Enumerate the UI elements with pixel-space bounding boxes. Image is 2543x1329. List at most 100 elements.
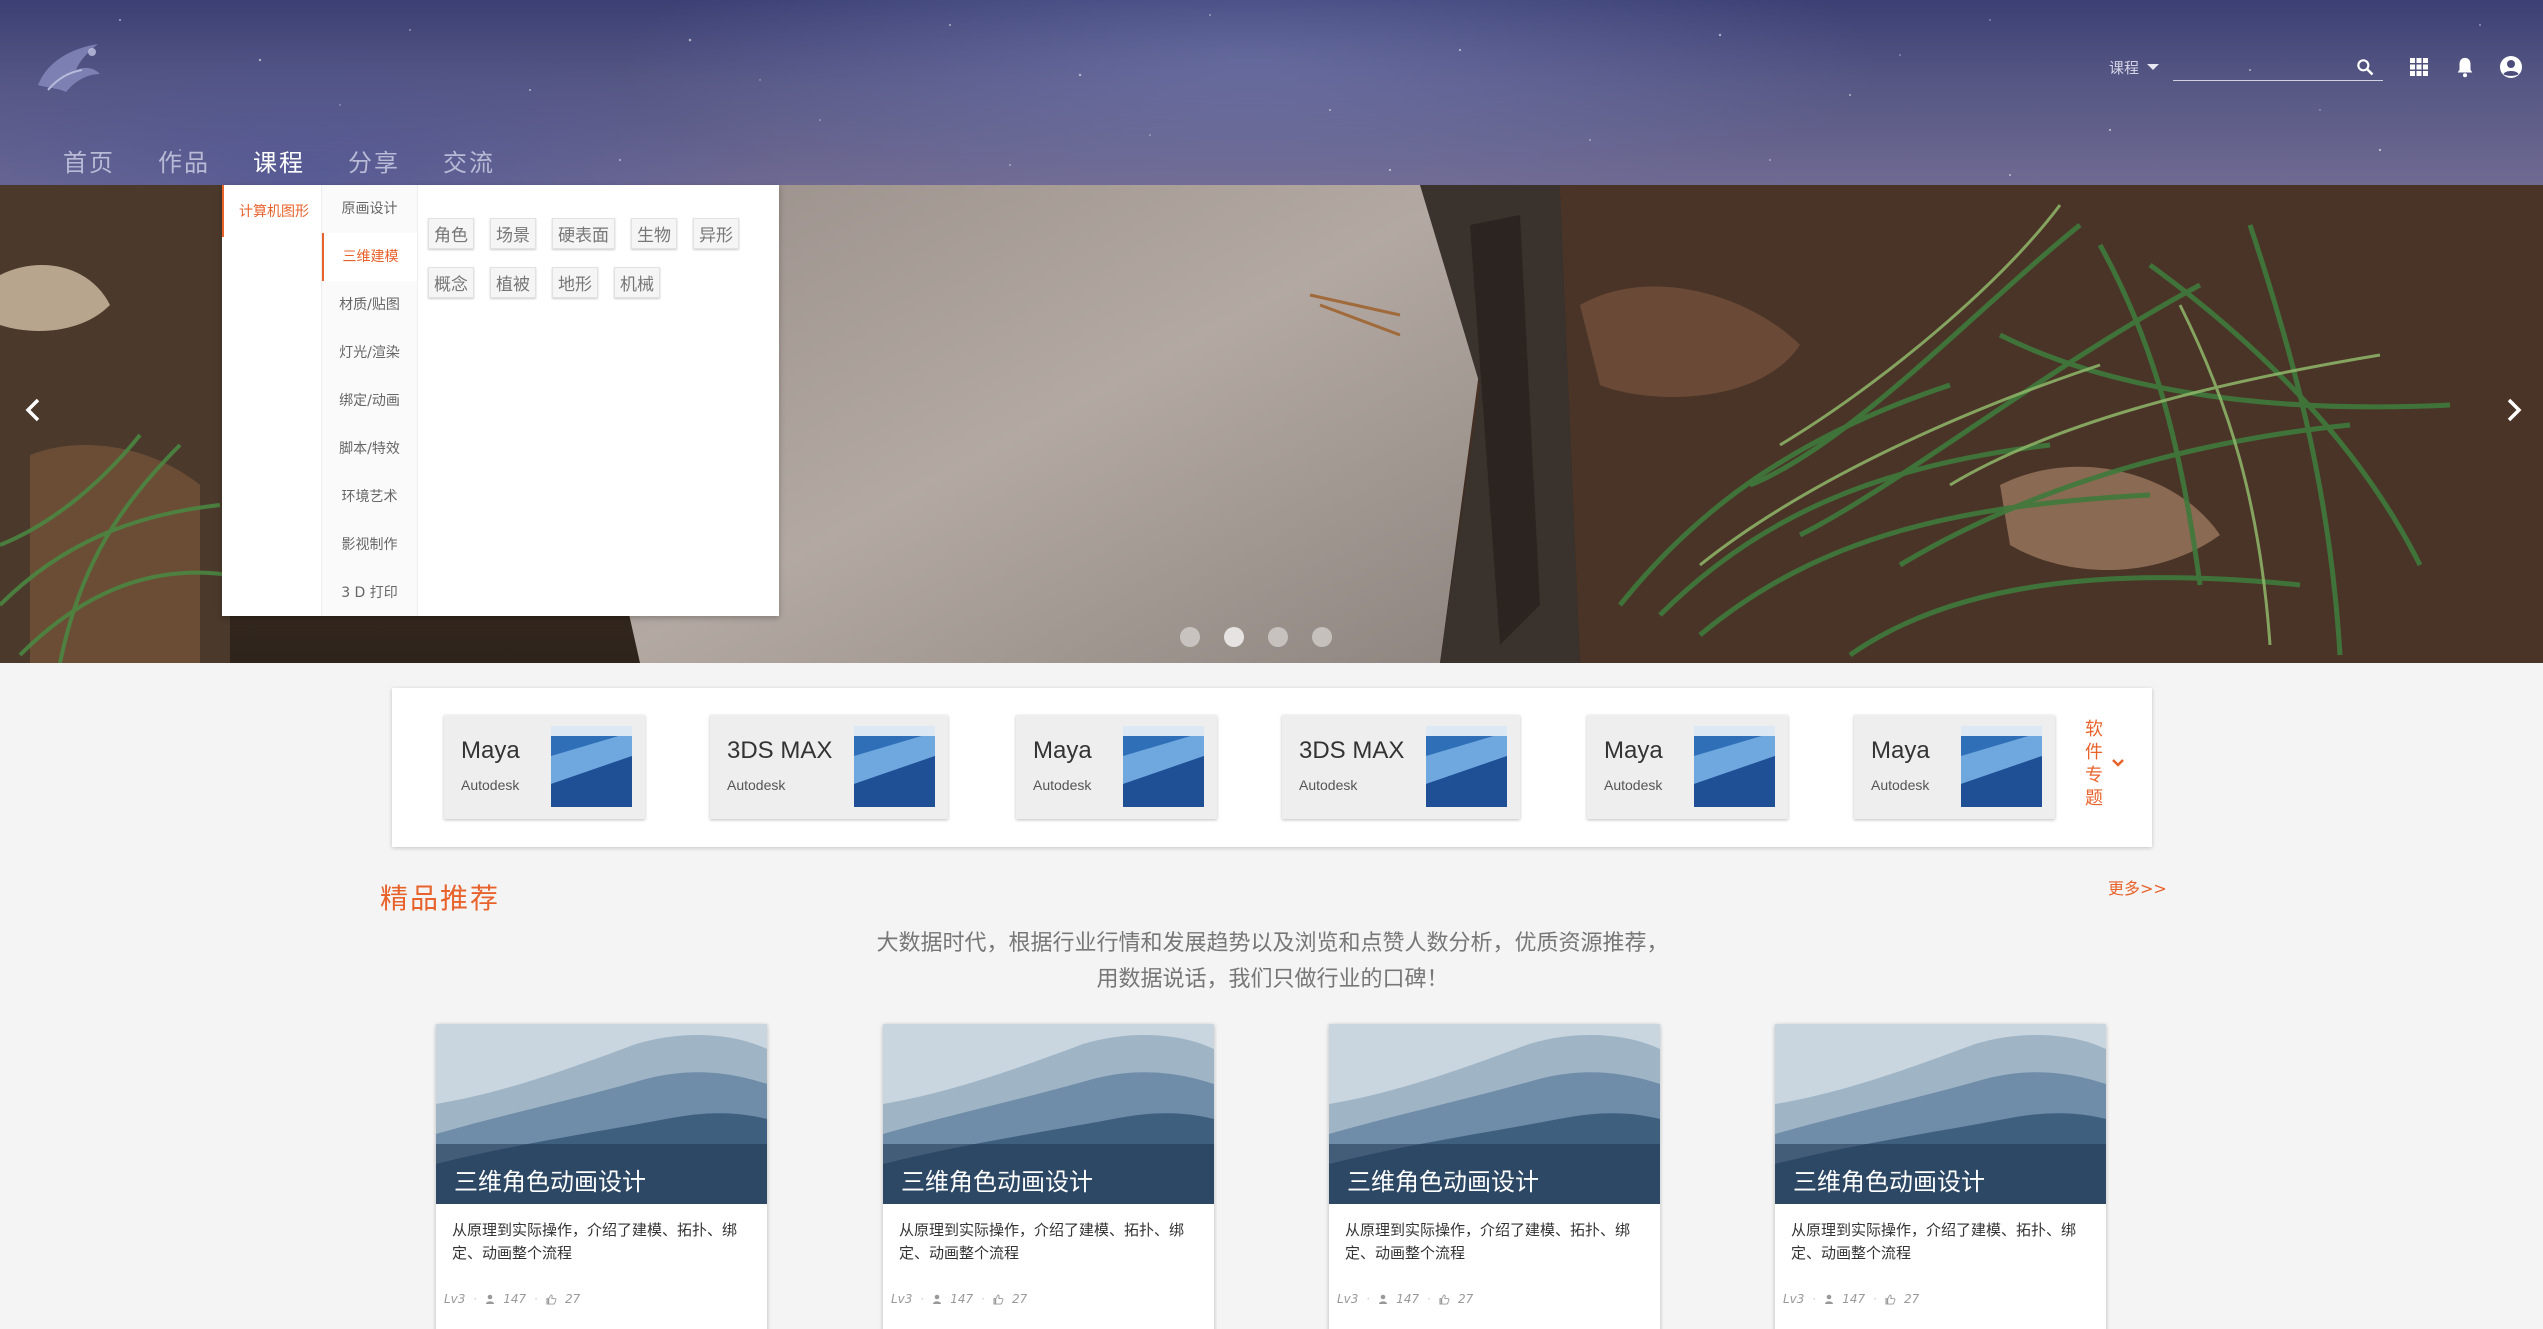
software-card[interactable]: 3DS MAX Autodesk bbox=[710, 715, 948, 819]
chevron-down-icon bbox=[2112, 759, 2124, 767]
course-likes: 27 bbox=[1903, 1292, 1920, 1306]
header-actions: 课程 bbox=[2109, 52, 2523, 82]
software-vendor: Autodesk bbox=[461, 777, 520, 793]
mega-menu-item-lighting[interactable]: 灯光/渲染 bbox=[322, 329, 417, 377]
tag-character[interactable]: 角色 bbox=[428, 218, 474, 249]
course-title: 三维角色动画设计 bbox=[1347, 1168, 1539, 1196]
caret-down-icon bbox=[2147, 64, 2159, 70]
chevron-right-icon bbox=[2507, 398, 2522, 422]
featured-description-line: 用数据说话，我们只做行业的口碑！ bbox=[1096, 967, 1449, 992]
software-card[interactable]: Maya Autodesk bbox=[1587, 715, 1788, 819]
mega-menu-item-3d-printing[interactable]: 3 D 打印 bbox=[322, 569, 417, 617]
site-logo[interactable] bbox=[18, 30, 118, 110]
mega-menu-item-rigging[interactable]: 绑定/动画 bbox=[322, 377, 417, 425]
tag-alien[interactable]: 异形 bbox=[693, 218, 739, 249]
software-card[interactable]: Maya Autodesk bbox=[1854, 715, 2055, 819]
course-card[interactable]: 三维角色动画设计 从原理到实际操作，介绍了建模、拓扑、绑定、动画整个流程 Lv3… bbox=[883, 1024, 1214, 1329]
course-title: 三维角色动画设计 bbox=[1793, 1168, 1985, 1196]
mega-menu-item-scripting[interactable]: 脚本/特效 bbox=[322, 425, 417, 473]
carousel-prev-button[interactable] bbox=[18, 390, 48, 430]
nav-item-home[interactable]: 首页 bbox=[63, 143, 115, 178]
carousel-dot[interactable] bbox=[1312, 627, 1332, 647]
course-title: 三维角色动画设计 bbox=[454, 1168, 646, 1196]
software-thumbnail bbox=[551, 726, 632, 807]
course-level: Lv3 bbox=[1337, 1292, 1359, 1306]
bell-icon[interactable] bbox=[2453, 55, 2477, 79]
software-thumbnail bbox=[1123, 726, 1204, 807]
carousel-dot-active[interactable] bbox=[1224, 627, 1244, 647]
course-meta: Lv3 · 147 · 27 bbox=[1783, 1292, 1920, 1306]
tag-mechanical[interactable]: 机械 bbox=[614, 267, 660, 298]
mega-menu-item-3d-modeling[interactable]: 三维建模 bbox=[322, 233, 417, 281]
account-circle-icon[interactable] bbox=[2499, 55, 2523, 79]
software-strip: Maya Autodesk 3DS MAX Autodesk Maya Auto… bbox=[392, 688, 2152, 847]
course-students: 147 bbox=[1842, 1292, 1866, 1306]
site-header: 首页 作品 课程 分享 交流 课程 bbox=[0, 0, 2543, 185]
mega-menu-category-computer-graphics[interactable]: 计算机图形 bbox=[222, 185, 321, 237]
course-level: Lv3 bbox=[891, 1292, 913, 1306]
software-name: Maya bbox=[461, 737, 520, 764]
course-card[interactable]: 三维角色动画设计 从原理到实际操作，介绍了建模、拓扑、绑定、动画整个流程 Lv3… bbox=[1775, 1024, 2106, 1329]
software-thumbnail bbox=[1426, 726, 1507, 807]
tag-concept[interactable]: 概念 bbox=[428, 267, 474, 298]
tag-vegetation[interactable]: 植被 bbox=[490, 267, 536, 298]
mega-menu-item-film[interactable]: 影视制作 bbox=[322, 521, 417, 569]
course-level: Lv3 bbox=[1783, 1292, 1805, 1306]
software-name: Maya bbox=[1604, 737, 1663, 764]
course-meta: Lv3 · 147 · 27 bbox=[1337, 1292, 1474, 1306]
software-thumbnail bbox=[1961, 726, 2042, 807]
nav-item-share[interactable]: 分享 bbox=[348, 143, 400, 178]
course-likes: 27 bbox=[564, 1292, 581, 1306]
tag-creature[interactable]: 生物 bbox=[631, 218, 677, 249]
featured-more-link[interactable]: 更多>> bbox=[2108, 875, 2167, 899]
apps-grid-icon[interactable] bbox=[2407, 55, 2431, 79]
person-icon bbox=[1379, 1294, 1388, 1304]
mega-menu-item-concept-art[interactable]: 原画设计 bbox=[322, 185, 417, 233]
course-card[interactable]: 三维角色动画设计 从原理到实际操作，介绍了建模、拓扑、绑定、动画整个流程 Lv3… bbox=[436, 1024, 767, 1329]
chevron-left-icon bbox=[25, 398, 40, 422]
software-thumbnail bbox=[854, 726, 935, 807]
carousel-indicators bbox=[1180, 627, 1332, 647]
thumb-up-icon bbox=[1885, 1293, 1896, 1305]
nav-item-exchange[interactable]: 交流 bbox=[443, 143, 495, 178]
featured-section-title: 精品推荐 bbox=[380, 882, 501, 915]
course-description: 从原理到实际操作，介绍了建模、拓扑、绑定、动画整个流程 bbox=[452, 1221, 738, 1262]
carousel-dot[interactable] bbox=[1180, 627, 1200, 647]
person-icon bbox=[1825, 1294, 1834, 1304]
course-card[interactable]: 三维角色动画设计 从原理到实际操作，介绍了建模、拓扑、绑定、动画整个流程 Lv3… bbox=[1329, 1024, 1660, 1329]
course-description: 从原理到实际操作，介绍了建模、拓扑、绑定、动画整个流程 bbox=[1791, 1221, 2077, 1262]
tag-terrain[interactable]: 地形 bbox=[552, 267, 598, 298]
software-topics-label: 软件专题 bbox=[2085, 719, 2103, 809]
software-topics-button[interactable]: 软件专题 bbox=[2085, 718, 2135, 810]
course-students: 147 bbox=[503, 1292, 527, 1306]
software-card[interactable]: Maya Autodesk bbox=[1016, 715, 1217, 819]
carousel-next-button[interactable] bbox=[2499, 390, 2529, 430]
search-icon[interactable] bbox=[2353, 55, 2377, 79]
tag-scene[interactable]: 场景 bbox=[490, 218, 536, 249]
software-vendor: Autodesk bbox=[1871, 777, 1930, 793]
person-icon bbox=[933, 1294, 942, 1304]
software-thumbnail bbox=[1694, 726, 1775, 807]
software-name: Maya bbox=[1871, 737, 1930, 764]
search-input[interactable] bbox=[2173, 53, 2383, 81]
software-name: Maya bbox=[1033, 737, 1092, 764]
nav-item-works[interactable]: 作品 bbox=[158, 143, 210, 178]
search-category-label: 课程 bbox=[2108, 58, 2139, 77]
search-category-dropdown[interactable]: 课程 bbox=[2109, 57, 2159, 78]
course-description: 从原理到实际操作，介绍了建模、拓扑、绑定、动画整个流程 bbox=[899, 1221, 1185, 1262]
software-card[interactable]: 3DS MAX Autodesk bbox=[1282, 715, 1520, 819]
mega-menu-item-environment[interactable]: 环境艺术 bbox=[322, 473, 417, 521]
featured-description: 大数据时代，根据行业行情和发展趋势以及浏览和点赞人数分析，优质资源推荐， 用数据… bbox=[700, 926, 1845, 998]
mega-menu-level1: 计算机图形 bbox=[222, 185, 322, 616]
software-vendor: Autodesk bbox=[1033, 777, 1092, 793]
course-meta: Lv3 · 147 · 27 bbox=[891, 1292, 1028, 1306]
software-vendor: Autodesk bbox=[727, 777, 786, 793]
mega-menu-item-materials[interactable]: 材质/贴图 bbox=[322, 281, 417, 329]
software-card[interactable]: Maya Autodesk bbox=[444, 715, 645, 819]
featured-description-line: 大数据时代，根据行业行情和发展趋势以及浏览和点赞人数分析，优质资源推荐， bbox=[876, 931, 1669, 956]
carousel-dot[interactable] bbox=[1268, 627, 1288, 647]
software-vendor: Autodesk bbox=[1299, 777, 1358, 793]
nav-item-courses[interactable]: 课程 bbox=[253, 143, 305, 178]
tag-hard-surface[interactable]: 硬表面 bbox=[552, 218, 615, 249]
course-title: 三维角色动画设计 bbox=[901, 1168, 1093, 1196]
